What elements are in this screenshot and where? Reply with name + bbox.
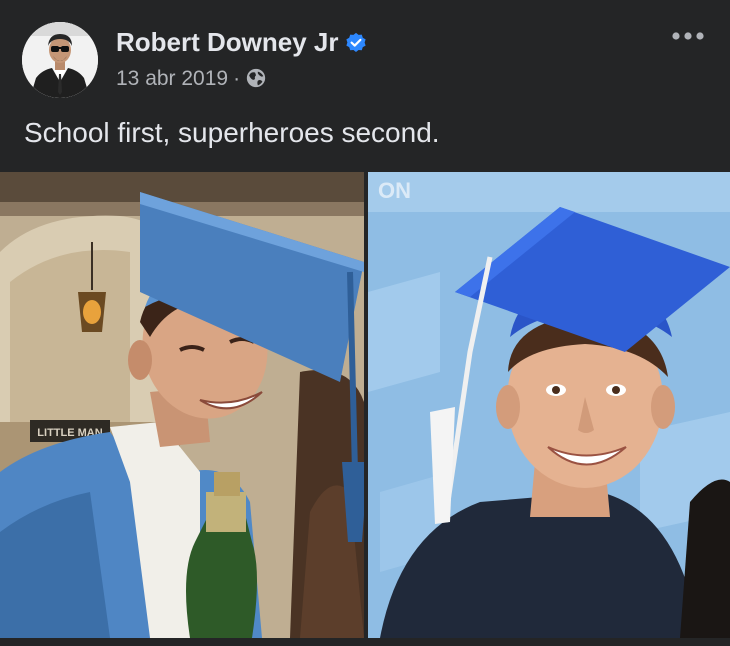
globe-icon[interactable]: [245, 67, 267, 89]
post-photo[interactable]: LITTLE MAN ON: [0, 172, 730, 638]
left-photo-panel: LITTLE MAN: [0, 172, 368, 638]
author-name[interactable]: Robert Downey Jr: [116, 26, 367, 58]
facebook-post: Robert Downey Jr 13 abr 2019 · School fir…: [0, 0, 730, 646]
right-photo-panel: ON: [368, 172, 730, 638]
avatar-image: [22, 22, 98, 98]
verified-badge-icon: [345, 32, 366, 52]
post-meta: 13 abr 2019 ·: [116, 65, 267, 93]
avatar[interactable]: [22, 22, 98, 98]
graduation-comparison-image: LITTLE MAN ON: [0, 172, 730, 638]
author-name-label[interactable]: Robert Downey Jr: [116, 27, 339, 57]
meta-separator: ·: [233, 67, 241, 90]
backdrop-text: ON: [378, 178, 411, 203]
post-timestamp[interactable]: 13 abr 2019: [116, 67, 228, 90]
post-header: Robert Downey Jr 13 abr 2019 ·: [22, 22, 708, 100]
more-options-icon[interactable]: [668, 24, 708, 48]
post-caption: School first, superheroes second.: [24, 117, 440, 148]
